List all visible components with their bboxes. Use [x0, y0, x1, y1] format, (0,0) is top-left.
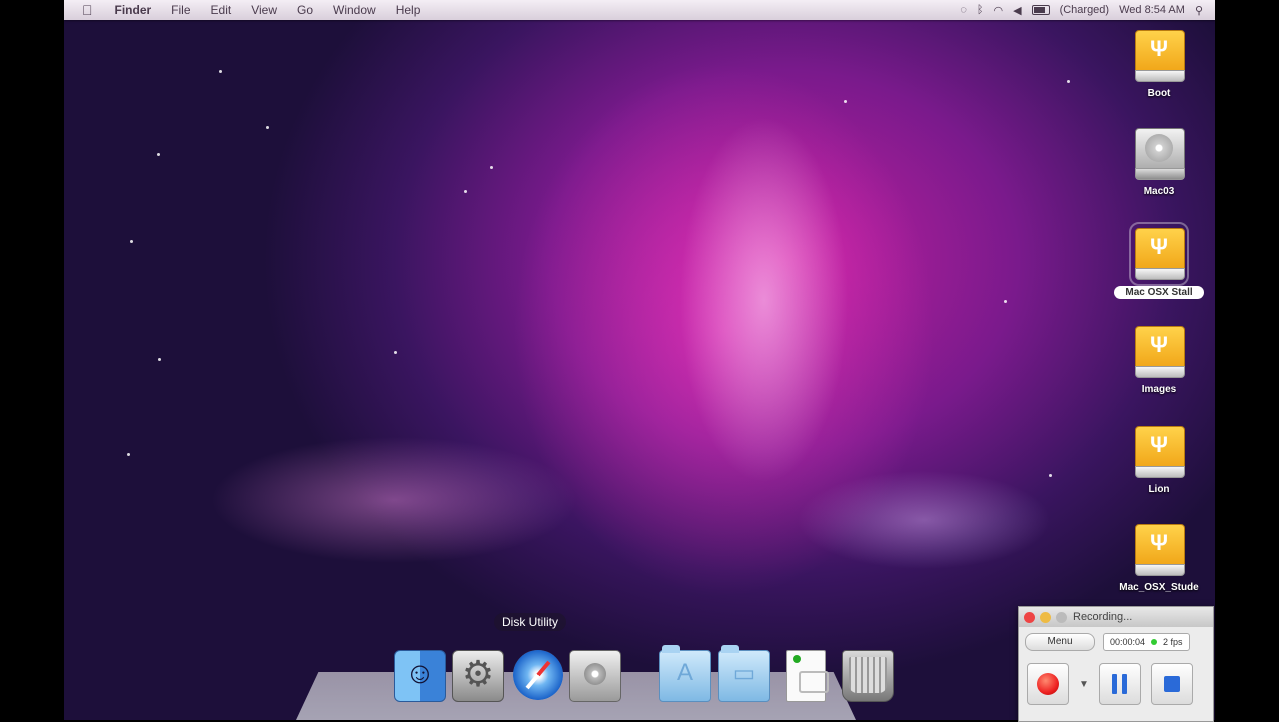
usb-drive-icon: Ψ — [1135, 426, 1185, 478]
star — [464, 190, 467, 193]
desktop-icon-mac-osx-stall[interactable]: Ψ Mac OSX Stall — [1114, 222, 1204, 299]
star — [844, 100, 847, 103]
recording-time: 00:00:04 — [1110, 637, 1146, 647]
menu-window[interactable]: Window — [323, 3, 386, 17]
desktop-icon-label: Mac_OSX_Stude — [1119, 582, 1199, 593]
star — [158, 358, 161, 361]
desktop-icon-boot[interactable]: Ψ Boot — [1114, 30, 1204, 99]
menu-app-finder[interactable]: Finder — [105, 3, 162, 17]
disk-utility-icon[interactable] — [569, 650, 621, 702]
usb-drive-icon: Ψ — [1135, 30, 1185, 82]
system-preferences-icon[interactable] — [452, 650, 504, 702]
record-icon — [1037, 673, 1059, 695]
recording-status-icon[interactable]: ◌ — [960, 4, 967, 16]
safari-icon[interactable] — [513, 650, 563, 700]
stop-button[interactable] — [1150, 663, 1193, 705]
battery-status[interactable]: (Charged) — [1060, 4, 1110, 16]
recording-fps: 2 fps — [1163, 637, 1183, 647]
star — [1067, 80, 1070, 83]
stop-icon — [1163, 676, 1180, 692]
desktop-icon-label: Mac OSX Stall — [1114, 286, 1204, 299]
menu-edit[interactable]: Edit — [201, 3, 242, 17]
star — [1004, 300, 1007, 303]
document-icon[interactable] — [786, 650, 829, 702]
star — [1049, 474, 1052, 477]
finder-icon[interactable] — [394, 650, 446, 702]
menu-file[interactable]: File — [161, 3, 200, 17]
recording-window: Recording... Menu 00:00:04 2 fps ▼ — [1018, 606, 1214, 722]
star — [219, 70, 222, 73]
star — [394, 351, 397, 354]
minimize-icon[interactable] — [1040, 611, 1051, 623]
trash-icon[interactable] — [842, 650, 894, 702]
usb-drive-icon: Ψ — [1135, 524, 1185, 576]
volume-icon[interactable]: ◀ — [1013, 4, 1021, 17]
desktop-icon-label: Images — [1141, 384, 1177, 395]
status-dot-icon — [1151, 639, 1158, 645]
dock-tooltip: Disk Utility — [494, 613, 566, 631]
menu-go[interactable]: Go — [287, 3, 323, 17]
zoom-icon[interactable] — [1056, 611, 1067, 623]
star — [130, 240, 133, 243]
applications-folder-icon[interactable]: A — [659, 645, 711, 702]
desktop-icon-label: Boot — [1147, 88, 1171, 99]
recording-window-title: Recording... — [1073, 611, 1133, 623]
menu-bar:  Finder File Edit View Go Window Help ◌… — [64, 0, 1215, 20]
usb-drive-icon: Ψ — [1129, 222, 1189, 286]
apple-menu-icon[interactable]:  — [64, 2, 105, 18]
hard-drive-icon — [1135, 128, 1185, 180]
recording-window-titlebar[interactable]: Recording... — [1019, 607, 1213, 627]
wifi-icon[interactable]: ◠ — [993, 4, 1003, 17]
recorder-menu-button[interactable]: Menu — [1025, 633, 1095, 651]
pause-icon — [1111, 674, 1128, 694]
desktop-icon-images[interactable]: Ψ Images — [1114, 326, 1204, 395]
desktop-icon-label: Lion — [1148, 484, 1170, 495]
bluetooth-icon[interactable]: ᛒ — [977, 4, 984, 16]
documents-folder-icon[interactable]: ▭ — [718, 645, 770, 702]
desktop-icon-mac03[interactable]: Mac03 — [1114, 128, 1204, 197]
desktop-icon-label: Mac03 — [1143, 186, 1175, 197]
desktop-icon-lion[interactable]: Ψ Lion — [1114, 426, 1204, 495]
star — [266, 126, 269, 129]
menu-view[interactable]: View — [241, 3, 287, 17]
star — [157, 153, 160, 156]
menu-clock[interactable]: Wed 8:54 AM — [1119, 4, 1185, 16]
desktop-icon-mac-osx-stude[interactable]: Ψ Mac_OSX_Stude — [1114, 524, 1204, 593]
menu-help[interactable]: Help — [386, 3, 431, 17]
battery-icon[interactable] — [1031, 5, 1050, 15]
star — [490, 166, 493, 169]
record-button[interactable] — [1027, 663, 1069, 705]
pause-button[interactable] — [1098, 663, 1141, 705]
recorder-status: 00:00:04 2 fps — [1103, 633, 1190, 651]
spotlight-search-icon[interactable]: ⚲ — [1195, 4, 1203, 17]
star — [127, 453, 130, 456]
chevron-down-icon[interactable]: ▼ — [1079, 679, 1089, 690]
usb-drive-icon: Ψ — [1135, 326, 1185, 378]
close-icon[interactable] — [1024, 611, 1035, 623]
